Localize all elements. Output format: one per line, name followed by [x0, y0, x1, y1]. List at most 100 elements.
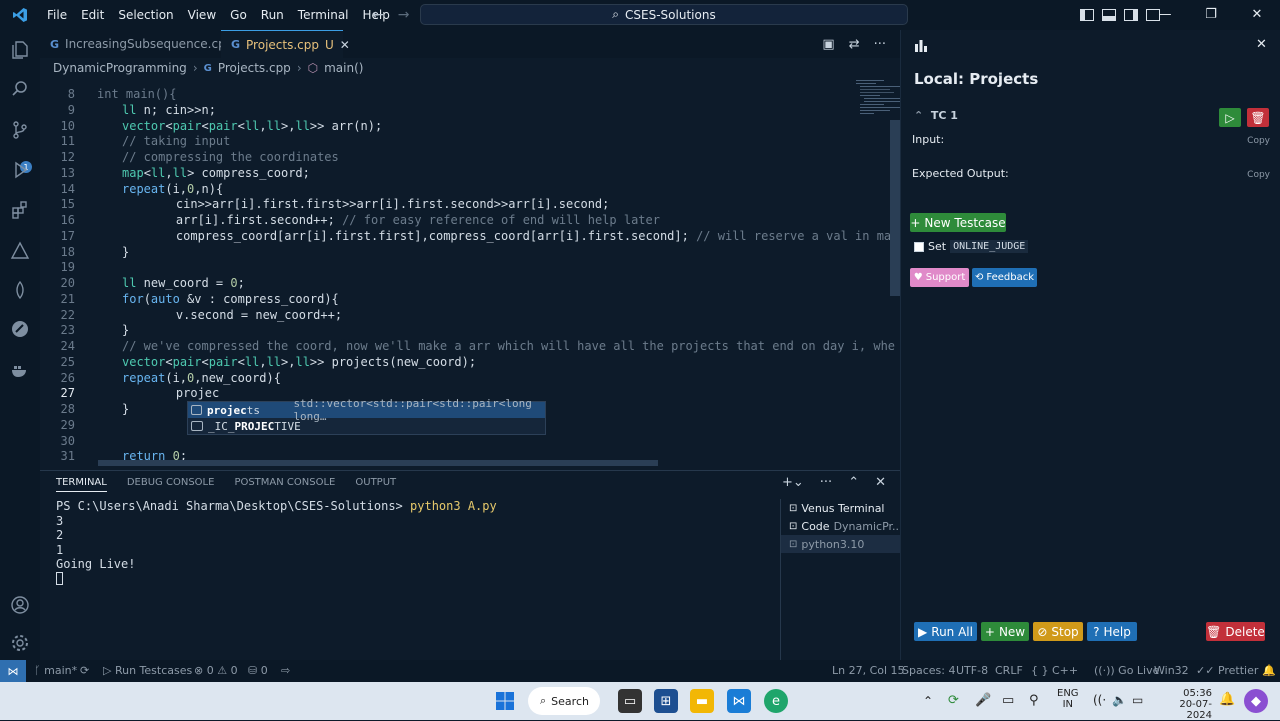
online-judge-toggle[interactable]: Set ONLINE_JUDGE — [914, 240, 1029, 253]
extensions-icon[interactable] — [8, 198, 32, 222]
suggestion-item[interactable]: projects std::vector<std::pair<std::pair… — [188, 397, 545, 423]
microphone-icon[interactable]: 🎤 — [975, 693, 991, 708]
tab-output[interactable]: OUTPUT — [355, 477, 396, 492]
toggle-primary-sidebar-icon[interactable] — [1080, 9, 1094, 21]
task-view-icon[interactable]: ▭ — [618, 689, 642, 713]
more-actions-icon[interactable]: ··· — [820, 475, 832, 490]
notifications-icon[interactable]: 🔔 — [1262, 660, 1276, 682]
close-tab-icon[interactable]: ✕ — [340, 38, 350, 52]
menu-view[interactable]: View — [181, 0, 223, 30]
stop-button[interactable]: ⊘ Stop — [1033, 622, 1083, 641]
new-terminal-icon[interactable]: +⌄ — [782, 475, 804, 490]
file-explorer-icon[interactable]: ▬ — [690, 689, 714, 713]
go-live-button[interactable]: ((·)) Go Live — [1094, 660, 1159, 682]
cursor-position[interactable]: Ln 27, Col 15 — [832, 660, 905, 682]
end-of-line[interactable]: CRLF — [995, 660, 1023, 682]
minimize-icon[interactable]: — — [1142, 0, 1188, 30]
tab-terminal[interactable]: TERMINAL — [56, 477, 107, 492]
menu-terminal[interactable]: Terminal — [291, 0, 356, 30]
clock[interactable]: 05:36 20-07-2024 — [1159, 688, 1212, 721]
chevron-up-icon[interactable]: ⌃ — [923, 694, 933, 708]
toggle-panel-icon[interactable] — [1102, 9, 1116, 21]
copilot-icon[interactable]: ◆ — [1244, 689, 1268, 713]
camera-icon[interactable]: ▭ — [1002, 693, 1014, 708]
postman-icon[interactable] — [8, 317, 32, 341]
ports-status[interactable]: ⛁ 0 — [248, 660, 268, 682]
testcase-header[interactable]: ⌃ TC 1 — [914, 109, 958, 122]
close-panel-icon[interactable]: ✕ — [875, 475, 886, 490]
branch-status[interactable]: ᚴ main* — [34, 660, 77, 682]
accounts-icon[interactable] — [8, 593, 32, 617]
menu-run[interactable]: Run — [254, 0, 291, 30]
wifi-icon[interactable]: ((· — [1093, 693, 1106, 707]
docker-icon[interactable] — [8, 358, 32, 382]
terminal-item[interactable]: ⊡ Venus Terminal — [781, 499, 900, 517]
menu-file[interactable]: File — [40, 0, 74, 30]
language-mode[interactable]: { } C++ — [1031, 660, 1078, 682]
prettier-status[interactable]: ✓✓ Prettier — [1196, 660, 1258, 682]
edge-icon[interactable]: e — [764, 689, 788, 713]
indentation[interactable]: Spaces: 4 — [902, 660, 955, 682]
run-all-button[interactable]: ▶ Run All — [914, 622, 977, 641]
mongodb-leaf-icon[interactable] — [8, 278, 32, 302]
run-testcases-status[interactable]: ▷ Run Testcases — [103, 660, 192, 682]
run-testcase-button[interactable]: ▷ — [1219, 108, 1241, 127]
maximize-panel-icon[interactable]: ⌃ — [848, 475, 859, 490]
windows-start-icon[interactable] — [493, 689, 517, 713]
run-debug-icon[interactable] — [8, 158, 32, 182]
help-button[interactable]: ? Help — [1087, 622, 1137, 641]
sync-icon[interactable]: ⟳ — [80, 660, 89, 682]
taskbar-search[interactable]: ⌕ Search — [528, 687, 600, 715]
horizontal-scrollbar[interactable] — [98, 460, 658, 466]
tab-projects[interactable]: G Projects.cpp U ✕ — [221, 30, 350, 58]
terminal-item[interactable]: ⊡ python3.10 — [781, 535, 900, 553]
forward-arrow-icon[interactable]: → — [398, 7, 410, 23]
open-changes-icon[interactable]: ▣ — [822, 37, 834, 52]
pin-icon[interactable]: ⚲ — [1029, 693, 1039, 708]
search-icon[interactable] — [8, 77, 32, 101]
terminal-output[interactable]: PS C:\Users\Anadi Sharma\Desktop\CSES-So… — [56, 499, 776, 585]
tab-postman-console[interactable]: POSTMAN CONSOLE — [234, 477, 335, 492]
store-icon[interactable]: ⊞ — [654, 689, 678, 713]
back-arrow-icon[interactable]: ← — [372, 7, 384, 23]
checkbox[interactable] — [914, 241, 924, 252]
problems-status[interactable]: ⊗ 0 ⚠ 0 — [194, 660, 238, 682]
support-button[interactable]: ♥ Support — [910, 268, 969, 287]
tray-app-icon[interactable]: ⟳ — [948, 693, 959, 708]
notifications-icon[interactable]: 🔔 — [1219, 692, 1235, 707]
source-control-icon[interactable] — [8, 118, 32, 142]
tab-debug-console[interactable]: DEBUG CONSOLE — [127, 477, 215, 492]
encoding[interactable]: UTF-8 — [956, 660, 988, 682]
remote-icon[interactable]: ⋈ — [0, 660, 26, 682]
delete-testcase-button[interactable]: 🗑 — [1247, 108, 1269, 127]
maximize-icon[interactable]: ❐ — [1188, 0, 1234, 30]
feedback-button[interactable]: ⟲ Feedback — [972, 268, 1037, 287]
compare-icon[interactable]: ⇄ — [849, 37, 860, 52]
copy-input-button[interactable]: Copy — [1247, 136, 1270, 146]
volume-icon[interactable]: 🔈 — [1112, 693, 1127, 707]
vscode-taskbar-icon[interactable]: ⋈ — [727, 689, 751, 713]
new-testcase-button[interactable]: + New Testcase — [910, 213, 1006, 232]
menu-edit[interactable]: Edit — [74, 0, 111, 30]
liveshare-icon[interactable]: ⇨ — [281, 660, 290, 682]
close-window-icon[interactable]: ✕ — [1234, 0, 1280, 30]
menu-go[interactable]: Go — [223, 0, 254, 30]
platform[interactable]: Win32 — [1154, 660, 1189, 682]
breadcrumb-symbol[interactable]: main() — [324, 61, 363, 75]
vertical-scrollbar[interactable] — [890, 120, 900, 296]
explorer-icon[interactable] — [8, 38, 32, 62]
terminal-item[interactable]: ⊡ Code DynamicPr... — [781, 517, 903, 535]
menu-selection[interactable]: Selection — [111, 0, 180, 30]
settings-gear-icon[interactable] — [8, 631, 32, 655]
command-center-search[interactable]: ⌕ CSES-Solutions — [420, 4, 908, 25]
language-indicator[interactable]: ENG IN — [1057, 688, 1079, 710]
toggle-secondary-sidebar-icon[interactable] — [1124, 9, 1138, 21]
breadcrumb-folder[interactable]: DynamicProgramming — [53, 61, 187, 75]
battery-icon[interactable]: ▭ — [1132, 693, 1143, 707]
competitive-programming-icon[interactable] — [8, 239, 32, 263]
tab-increasing-subsequence[interactable]: G IncreasingSubsequence.cpp — [40, 30, 233, 58]
breadcrumb-file[interactable]: Projects.cpp — [218, 61, 291, 75]
new-button[interactable]: + New — [981, 622, 1029, 641]
close-panel-icon[interactable]: ✕ — [1256, 37, 1267, 52]
copy-expected-button[interactable]: Copy — [1247, 170, 1270, 180]
